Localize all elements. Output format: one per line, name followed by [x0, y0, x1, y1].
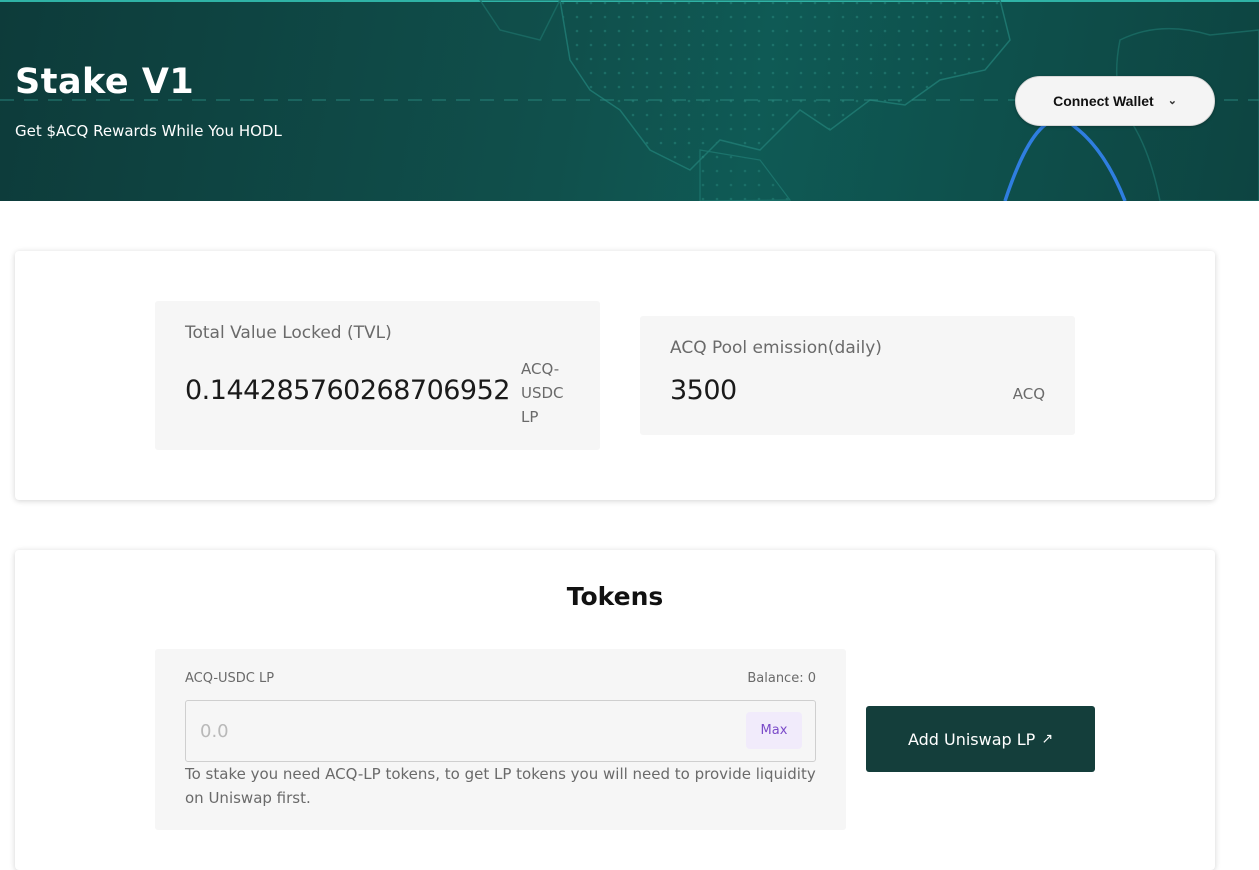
add-uniswap-lp-button[interactable]: Add Uniswap LP ↗ [866, 706, 1095, 772]
connect-wallet-button[interactable]: Connect Wallet ⌄ [1015, 76, 1215, 126]
amount-field: Max [185, 700, 816, 762]
add-uniswap-lp-label: Add Uniswap LP [907, 729, 1036, 749]
tokens-title: Tokens [566, 582, 664, 611]
chevron-down-icon: ⌄ [1167, 94, 1177, 107]
emission-label: ACQ Pool emission(daily) [670, 338, 882, 358]
header-banner: Stake V1 Get $ACQ Rewards While You HODL… [0, 0, 1259, 201]
token-balance: Balance: 0 [747, 671, 816, 686]
tvl-label: Total Value Locked (TVL) [185, 323, 392, 343]
tvl-value: 0.144285760268706952 [185, 375, 510, 406]
stake-helper-text: To stake you need ACQ-LP tokens, to get … [185, 765, 816, 807]
token-name: ACQ-USDC LP [185, 671, 275, 686]
emission-value: 3500 [670, 375, 737, 406]
connect-wallet-label: Connect Wallet [1053, 93, 1154, 109]
emission-unit: ACQ [1012, 385, 1045, 403]
max-button[interactable]: Max [746, 712, 802, 749]
tvl-unit: ACQ-USDC LP [521, 360, 564, 426]
external-link-icon: ↗ [1041, 731, 1054, 747]
tvl-stat: Total Value Locked (TVL) 0.1442857602687… [155, 301, 600, 450]
pool-stats-card: Total Value Locked (TVL) 0.1442857602687… [15, 251, 1215, 500]
stake-token-panel: ACQ-USDC LP Balance: 0 Max To stake you … [155, 649, 846, 830]
page-title: Stake V1 [15, 62, 195, 102]
page-subtitle: Get $ACQ Rewards While You HODL [15, 122, 282, 140]
tokens-card: Tokens ACQ-USDC LP Balance: 0 Max To sta… [15, 550, 1215, 870]
amount-input[interactable] [186, 701, 726, 761]
emission-stat: ACQ Pool emission(daily) 3500 ACQ [640, 316, 1075, 435]
